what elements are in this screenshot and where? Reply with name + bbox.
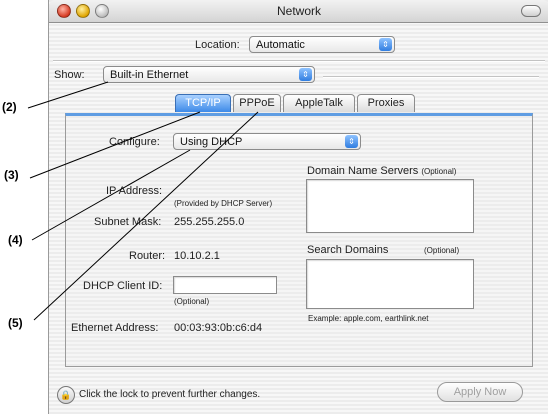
subnet-mask-value: 255.255.255.0 [174, 216, 245, 228]
tcpip-panel: Configure: Using DHCP ⇕ IP Address: (Pro… [65, 113, 533, 367]
ethernet-address-value: 00:03:93:0b:c6:d4 [174, 322, 263, 334]
callout-2: (2) [2, 100, 17, 114]
popup-arrows-icon: ⇕ [299, 68, 312, 81]
router-value: 10.10.2.1 [174, 250, 220, 262]
location-popup[interactable]: Automatic ⇕ [249, 36, 395, 53]
configure-popup[interactable]: Using DHCP ⇕ [173, 133, 361, 150]
tab-appletalk[interactable]: AppleTalk [283, 94, 355, 112]
search-domains-example: Example: apple.com, earthlink.net [308, 314, 429, 323]
configure-value: Using DHCP [180, 136, 243, 148]
location-value: Automatic [256, 39, 305, 51]
tab-tcpip[interactable]: TCP/IP [175, 94, 231, 112]
callout-5: (5) [8, 316, 23, 330]
divider [323, 76, 539, 78]
dhcp-client-id-field[interactable] [173, 276, 277, 294]
lock-text: Click the lock to prevent further change… [79, 389, 261, 400]
network-window: Network Location: Automatic ⇕ Show: Buil… [48, 0, 548, 414]
search-domains-note: (Optional) [424, 246, 460, 255]
dhcp-client-id-note: (Optional) [174, 297, 210, 306]
search-domains-field[interactable] [306, 259, 474, 309]
dns-note: (Optional) [421, 167, 457, 176]
callout-4: (4) [8, 233, 23, 247]
ip-address-label: IP Address: [106, 185, 163, 197]
show-popup[interactable]: Built-in Ethernet ⇕ [103, 66, 315, 83]
popup-arrows-icon: ⇕ [345, 135, 358, 148]
dns-title: Domain Name Servers (Optional) [307, 165, 456, 177]
toolbar-toggle-button[interactable] [521, 5, 541, 17]
dhcp-client-id-label: DHCP Client ID: [83, 280, 163, 292]
lock-icon[interactable]: 🔒 [57, 386, 75, 404]
location-label: Location: [195, 39, 240, 51]
ethernet-address-label: Ethernet Address: [71, 322, 159, 334]
callout-3: (3) [4, 168, 19, 182]
title-bar: Network [49, 0, 548, 23]
subnet-mask-label: Subnet Mask: [94, 216, 162, 228]
tab-proxies[interactable]: Proxies [357, 94, 415, 112]
window-title: Network [276, 4, 321, 18]
dns-title-text: Domain Name Servers [307, 165, 419, 177]
popup-arrows-icon: ⇕ [379, 38, 392, 51]
search-domains-title: Search Domains [307, 244, 389, 256]
show-value: Built-in Ethernet [110, 69, 189, 81]
router-label: Router: [129, 250, 166, 262]
show-label: Show: [54, 69, 85, 81]
configure-label: Configure: [109, 136, 160, 148]
ip-address-note: (Provided by DHCP Server) [174, 199, 273, 208]
divider [53, 60, 545, 62]
apply-now-button[interactable]: Apply Now [437, 382, 523, 402]
tab-pppoe[interactable]: PPPoE [233, 94, 281, 112]
dns-servers-field[interactable] [306, 179, 474, 233]
